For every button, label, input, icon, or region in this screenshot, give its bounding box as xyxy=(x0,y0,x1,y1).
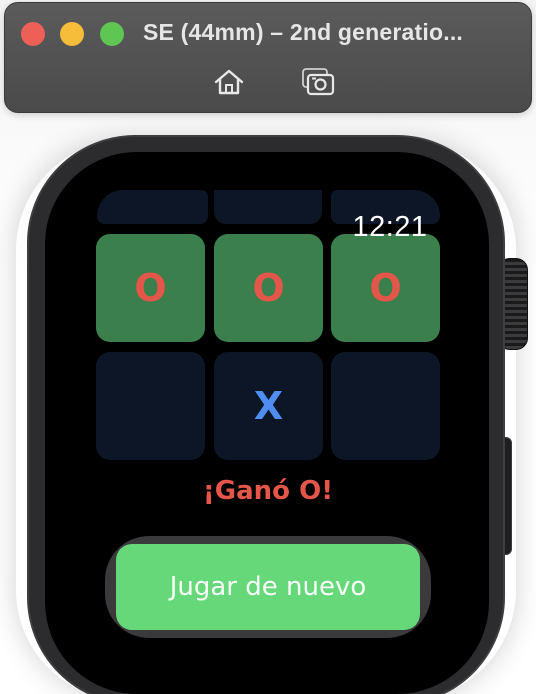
window-title: SE (44mm) – 2nd generatio... xyxy=(143,19,464,45)
simulator-window: SE (44mm) – 2nd generatio... O O O X 12:… xyxy=(0,0,536,694)
board-cell-1-2[interactable] xyxy=(331,352,440,460)
game-status: ¡Ganó O! xyxy=(202,476,334,506)
board-cell-0-0[interactable]: O xyxy=(96,234,205,342)
maximize-window-button[interactable] xyxy=(100,22,124,46)
board-cell-1-1[interactable]: X xyxy=(214,352,323,460)
minimize-window-button[interactable] xyxy=(60,22,84,46)
scrolled-cell xyxy=(97,190,208,224)
board-cell-1-0[interactable] xyxy=(96,352,205,460)
play-again-button[interactable]: Jugar de nuevo xyxy=(116,544,420,630)
scrolled-cell xyxy=(214,190,322,224)
screenshot-icon[interactable] xyxy=(301,67,335,97)
home-icon[interactable] xyxy=(212,67,246,97)
watch-time: 12:21 xyxy=(352,211,428,243)
board-cell-0-2[interactable]: O xyxy=(331,234,440,342)
close-window-button[interactable] xyxy=(21,22,45,46)
board-cell-0-1[interactable]: O xyxy=(214,234,323,342)
simulator-titlebar: SE (44mm) – 2nd generatio... xyxy=(4,2,532,113)
